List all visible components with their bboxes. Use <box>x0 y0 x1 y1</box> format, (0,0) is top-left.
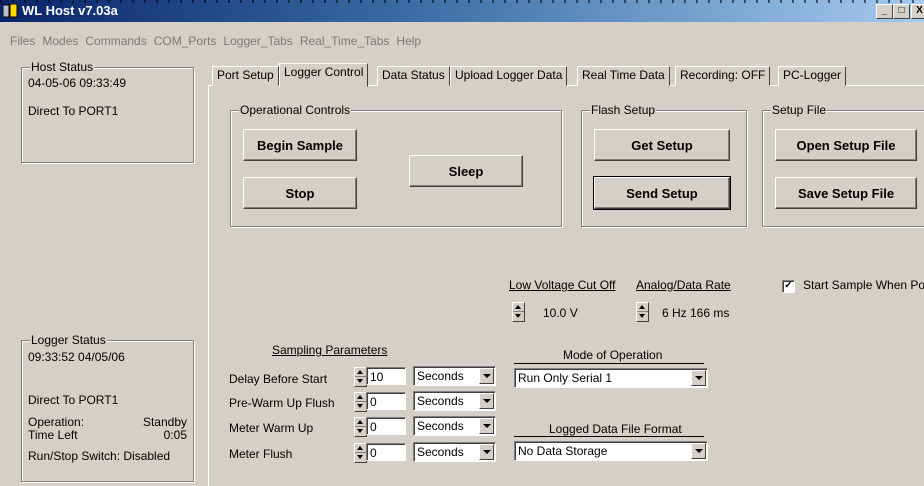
dropdown-arrow-icon[interactable] <box>479 418 494 434</box>
dropdown-arrow-icon[interactable] <box>691 443 706 459</box>
flash-setup-group: Flash Setup Get Setup Send Setup <box>581 103 747 227</box>
file-format-divider <box>514 436 704 437</box>
logger-status-title: Logger Status <box>30 333 107 347</box>
begin-sample-button[interactable]: Begin Sample <box>243 129 357 161</box>
maximize-button[interactable]: □ <box>893 4 910 19</box>
save-setup-file-button[interactable]: Save Setup File <box>775 177 917 209</box>
meter-warm-up-unit-select[interactable]: Seconds <box>413 416 496 436</box>
close-button[interactable]: X <box>911 4 924 19</box>
menu-com-ports[interactable]: COM_Ports <box>154 34 217 48</box>
tab-logger-control[interactable]: Logger Control <box>279 63 369 87</box>
file-format-title: Logged Data File Format <box>549 422 682 436</box>
stop-button[interactable]: Stop <box>243 177 357 209</box>
menu-real-time-tabs[interactable]: Real_Time_Tabs <box>300 34 390 48</box>
operation-label: Operation: <box>28 415 85 429</box>
file-format-select[interactable]: No Data Storage <box>514 441 708 461</box>
menu-logger-tabs[interactable]: Logger_Tabs <box>223 34 292 48</box>
flash-setup-title: Flash Setup <box>590 103 657 117</box>
meter-flush-unit-select[interactable]: Seconds <box>413 442 496 462</box>
unit-value: Seconds <box>417 445 464 459</box>
menu-help[interactable]: Help <box>396 34 421 48</box>
menu-bar: Files Modes Commands COM_Ports Logger_Tabs Re… <box>0 34 428 52</box>
title-bar[interactable]: WL Host v7.03a _ □ X <box>0 0 924 22</box>
analog-rate-spinner[interactable] <box>636 302 649 322</box>
low-voltage-value: 10.0 V <box>543 306 578 320</box>
open-setup-file-button[interactable]: Open Setup File <box>775 129 917 161</box>
app-icon[interactable] <box>3 4 18 18</box>
logger-connection: Direct To PORT1 <box>28 393 119 407</box>
sampling-row-label: Delay Before Start <box>229 372 328 386</box>
operational-controls-group: Operational Controls Begin Sample Stop S… <box>230 103 562 227</box>
unit-value: Seconds <box>417 369 464 383</box>
dropdown-arrow-icon[interactable] <box>479 444 494 460</box>
pre-warm-up-flush-input[interactable]: 0 <box>366 392 406 410</box>
mode-divider <box>514 363 704 364</box>
setup-file-group: Setup File Open Setup File Save Setup Fi… <box>762 103 924 227</box>
send-setup-button[interactable]: Send Setup <box>593 176 731 210</box>
menu-modes[interactable]: Modes <box>42 34 78 48</box>
file-format-value: No Data Storage <box>518 444 608 458</box>
low-voltage-label: Low Voltage Cut Off <box>509 278 616 292</box>
meter-flush-input[interactable]: 0 <box>366 443 406 461</box>
setup-file-title: Setup File <box>771 103 828 117</box>
host-datetime: 04-05-06 09:33:49 <box>28 76 127 90</box>
logger-status-group: Logger Status 09:33:52 04/05/06 Direct T… <box>21 333 194 482</box>
time-left-label: Time Left <box>28 428 78 442</box>
sampling-row-label: Meter Flush <box>229 447 293 461</box>
tab-data-status[interactable]: Data Status <box>377 66 450 86</box>
ruler-ticks <box>0 0 924 3</box>
time-left-value: 0:05 <box>163 428 187 442</box>
start-when-powered-checkbox[interactable]: ✓ <box>782 280 795 293</box>
sampling-row-label: Pre-Warm Up Flush <box>229 396 335 410</box>
minimize-button[interactable]: _ <box>876 4 893 19</box>
tab-real-time-data[interactable]: Real Time Data <box>577 66 670 86</box>
host-status-group: Host Status 04-05-06 09:33:49 Direct To … <box>21 60 194 163</box>
operation-value: Standby <box>142 415 187 429</box>
analog-rate-label: Analog/Data Rate <box>636 278 731 292</box>
window-title: WL Host v7.03a <box>22 3 118 18</box>
delay-before-start-input[interactable]: 10 <box>366 367 406 385</box>
run-stop-switch-status: Run/Stop Switch: Disabled <box>28 449 171 463</box>
tab-pc-logger[interactable]: PC-Logger <box>778 66 847 86</box>
pre-warm-up-flush-unit-select[interactable]: Seconds <box>413 391 496 411</box>
dropdown-arrow-icon[interactable] <box>691 370 706 386</box>
dropdown-arrow-icon[interactable] <box>479 368 494 384</box>
sampling-row-label: Meter Warm Up <box>229 421 314 435</box>
tab-port-setup[interactable]: Port Setup <box>212 66 279 86</box>
mode-value: Run Only Serial 1 <box>518 371 613 385</box>
unit-value: Seconds <box>417 394 464 408</box>
tab-recording[interactable]: Recording: OFF <box>675 66 771 86</box>
start-when-powered-label: Start Sample When Powere <box>803 278 924 292</box>
sleep-button[interactable]: Sleep <box>409 155 523 187</box>
logger-datetime: 09:33:52 04/05/06 <box>28 350 125 364</box>
menu-files[interactable]: Files <box>10 34 35 48</box>
host-status-title: Host Status <box>30 60 95 74</box>
dropdown-arrow-icon[interactable] <box>479 393 494 409</box>
unit-value: Seconds <box>417 419 464 433</box>
tab-upload-logger-data[interactable]: Upload Logger Data <box>450 66 568 86</box>
operational-controls-title: Operational Controls <box>239 103 352 117</box>
sampling-parameters-title: Sampling Parameters <box>272 343 388 357</box>
low-voltage-spinner[interactable] <box>512 302 525 322</box>
host-connection: Direct To PORT1 <box>28 104 119 118</box>
meter-warm-up-input[interactable]: 0 <box>366 417 406 435</box>
mode-of-operation-select[interactable]: Run Only Serial 1 <box>514 368 708 388</box>
menu-commands[interactable]: Commands <box>85 34 146 48</box>
get-setup-button[interactable]: Get Setup <box>594 129 730 161</box>
delay-before-start-unit-select[interactable]: Seconds <box>413 366 496 386</box>
analog-rate-value: 6 Hz 166 ms <box>662 306 730 320</box>
mode-of-operation-title: Mode of Operation <box>563 348 663 362</box>
